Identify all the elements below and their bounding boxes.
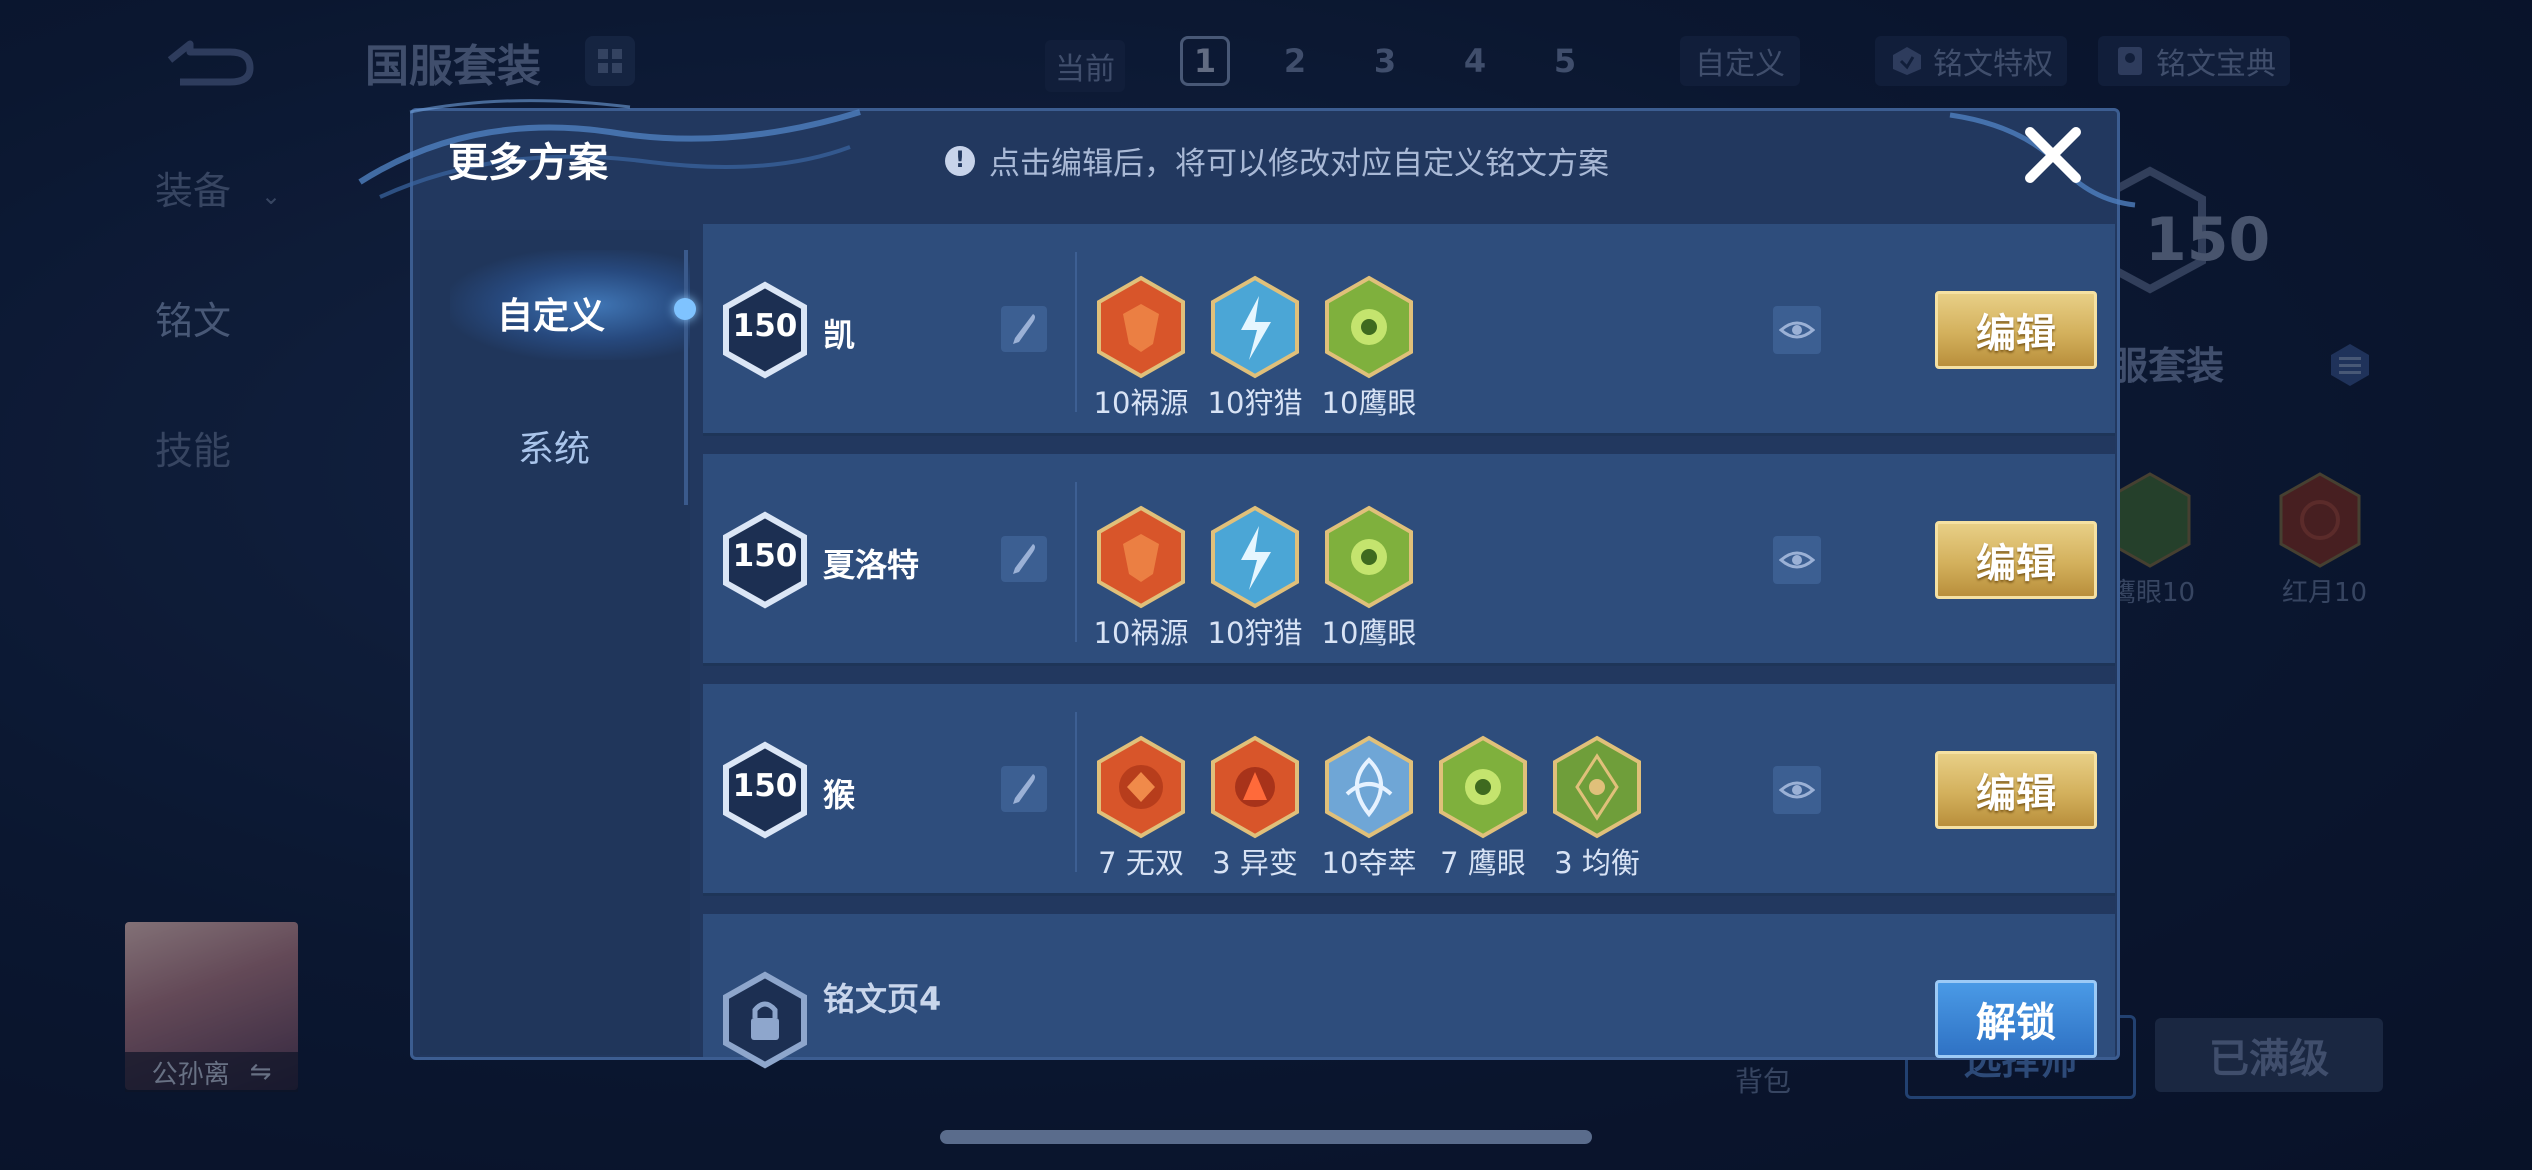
close-icon [2025,127,2081,183]
preview-button[interactable] [1773,306,1821,354]
right-level-value: 150 [2145,205,2271,275]
nav-tab-custom[interactable]: 自定义 [497,287,605,339]
nav-tab-system[interactable]: 系统 [518,420,590,472]
side-tab-label: 装备 [155,169,232,213]
lock-icon [721,970,809,1070]
bg-rune-label: 鹰眼10 [2110,578,2196,608]
rune-privilege-link[interactable]: 铭文特权 [1875,36,2067,86]
plan-level: 150 [732,768,798,804]
rune-label: 7 鹰眼 [1440,846,1526,880]
rune-privilege-label: 铭文特权 [1933,47,2053,82]
grid-view-icon[interactable] [585,36,635,86]
yingyan-rune-icon [1323,274,1415,380]
chevron-down-icon: ⌄ [261,182,282,210]
back-button[interactable] [150,30,260,90]
rune-label: 10鹰眼 [1321,386,1417,420]
rune-label: 7 无双 [1098,846,1184,880]
side-tab-runes[interactable]: 铭文 [155,290,231,345]
plan-row: 150 凯 10祸源 10狩猎 10鹰眼 编辑 [703,224,2115,436]
side-tab-skills[interactable]: 技能 [155,420,231,475]
nav-divider [684,250,688,505]
decorative-swirl-icon [358,99,861,199]
junheng-rune-icon [1551,734,1643,840]
right-suit-title: 服套装 [2110,344,2225,388]
bag-label[interactable]: 背包 [1735,1060,1791,1100]
duocui-rune-icon [1323,734,1415,840]
rename-button[interactable] [1001,766,1047,812]
hero-name: 公孙离 [151,1059,230,1090]
preview-button[interactable] [1773,536,1821,584]
modal-hint-text: 点击编辑后，将可以修改对应自定义铭文方案 [989,146,1609,182]
wushuang-rune-icon [1095,734,1187,840]
page-tab-1[interactable]: 1 [1180,36,1230,86]
rune-label: 10狩猎 [1207,616,1303,650]
plan-name: 凯 [823,316,856,354]
rename-button[interactable] [1001,306,1047,352]
plan-row-locked: 铭文页4 解锁 [703,914,2115,1069]
rune-label: 3 均衡 [1554,846,1640,880]
plan-level: 150 [732,538,798,574]
eye-icon [1779,781,1815,799]
home-indicator[interactable] [940,1130,1592,1144]
page-tab-2[interactable]: 2 [1270,36,1320,86]
hero-name-bar[interactable]: 公孙离 ⇋ [125,1052,298,1092]
yibian-rune-icon [1209,734,1301,840]
current-label: 当前 [1045,40,1125,92]
page-tab-5[interactable]: 5 [1540,36,1590,86]
huoyuan-rune-icon [1095,274,1187,380]
shoulie-rune-icon [1209,504,1301,610]
plan-level: 150 [732,308,798,344]
modal-title: 更多方案 [448,140,608,186]
yingyan-rune-icon [1323,504,1415,610]
side-tab-equipment[interactable]: 装备 ⌄ [155,160,281,215]
edit-button[interactable]: 编辑 [1935,751,2097,829]
preview-button[interactable] [1773,766,1821,814]
rune-label: 10狩猎 [1207,386,1303,420]
shoulie-rune-icon [1209,274,1301,380]
plan-name: 铭文页4 [823,980,942,1018]
edit-button[interactable]: 编辑 [1935,521,2097,599]
pen-icon [1013,774,1035,804]
rename-button[interactable] [1001,536,1047,582]
rune-label: 3 异变 [1212,846,1298,880]
swap-icon: ⇋ [249,1057,272,1087]
bg-rune-label: 红月10 [2282,578,2368,608]
yingyan-rune-icon [1437,734,1529,840]
huoyuan-rune-icon [1095,504,1187,610]
rune-label: 10夺萃 [1321,846,1417,880]
pen-icon [1013,314,1035,344]
plan-name: 猴 [823,776,856,814]
plan-row: 150 猴 7 无双 3 异变 10夺萃 7 鹰眼 3 均衡 编辑 [703,684,2115,896]
back-arrow-icon [167,40,254,86]
eye-icon [1779,551,1815,569]
suit-title: 国服套装 [365,41,541,92]
list-menu-icon[interactable] [2325,340,2375,390]
edit-button[interactable]: 编辑 [1935,291,2097,369]
custom-page-button[interactable]: 自定义 [1680,36,1800,86]
plan-row: 150 夏洛特 10祸源 10狩猎 10鹰眼 编辑 [703,454,2115,666]
rune-codex-icon [2118,47,2142,75]
maxed-button[interactable]: 已满级 [2155,1018,2383,1092]
rune-label: 10祸源 [1093,386,1189,420]
rune-codex-label: 铭文宝典 [2156,47,2276,82]
pen-icon [1013,544,1035,574]
rune-label: 10鹰眼 [1321,616,1417,650]
page-tab-3[interactable]: 3 [1360,36,1410,86]
unlock-button[interactable]: 解锁 [1935,980,2097,1058]
rune-privilege-icon [1893,47,1921,75]
plan-name: 夏洛特 [823,546,920,584]
modal-hint: ! 点击编辑后，将可以修改对应自定义铭文方案 [945,138,1609,183]
rune-label: 10祸源 [1093,616,1189,650]
close-button[interactable] [2020,122,2086,188]
eye-icon [1779,321,1815,339]
info-icon: ! [945,145,975,176]
nav-active-dot [674,298,696,320]
hongyue-rune-icon [2279,472,2361,568]
rune-codex-link[interactable]: 铭文宝典 [2098,36,2290,86]
page-tab-4[interactable]: 4 [1450,36,1500,86]
